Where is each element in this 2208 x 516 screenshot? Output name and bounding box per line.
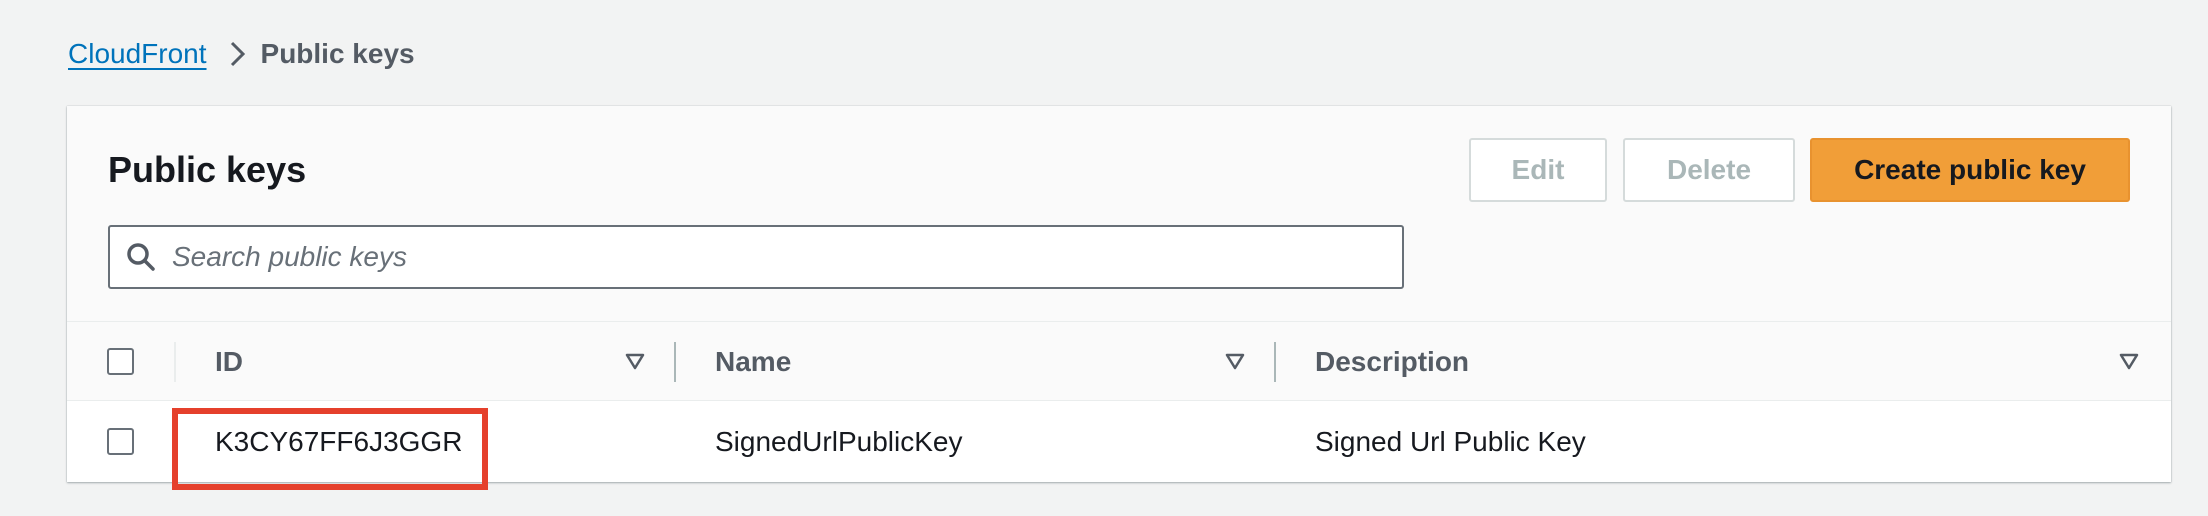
select-all-checkbox[interactable] (107, 348, 134, 375)
cell-name: SignedUrlPublicKey (715, 425, 963, 457)
table-header: ID Name Description (67, 321, 2171, 401)
sort-caret-icon[interactable] (2117, 350, 2141, 374)
column-resizer[interactable] (674, 342, 676, 382)
sort-caret-icon[interactable] (1223, 350, 1247, 374)
row-checkbox[interactable] (107, 428, 134, 455)
search-box[interactable] (108, 225, 1404, 289)
column-divider (174, 342, 176, 382)
delete-button[interactable]: Delete (1623, 138, 1795, 202)
column-header-id[interactable]: ID (215, 322, 243, 402)
column-resizer[interactable] (1274, 342, 1276, 382)
panel-title: Public keys (108, 149, 307, 190)
search-input[interactable] (172, 227, 1402, 287)
create-public-key-button[interactable]: Create public key (1810, 138, 2130, 202)
column-header-description[interactable]: Description (1315, 322, 1469, 402)
column-header-name[interactable]: Name (715, 322, 791, 402)
breadcrumb-cloudfront-link[interactable]: CloudFront (68, 38, 207, 70)
cell-description: Signed Url Public Key (1315, 425, 1586, 457)
breadcrumb: CloudFront Public keys (68, 34, 415, 74)
chevron-right-icon (229, 41, 247, 67)
sort-caret-icon[interactable] (623, 350, 647, 374)
id-highlight-box (172, 408, 488, 490)
breadcrumb-current: Public keys (260, 38, 415, 69)
search-icon (126, 241, 158, 273)
edit-button[interactable]: Edit (1469, 138, 1607, 202)
